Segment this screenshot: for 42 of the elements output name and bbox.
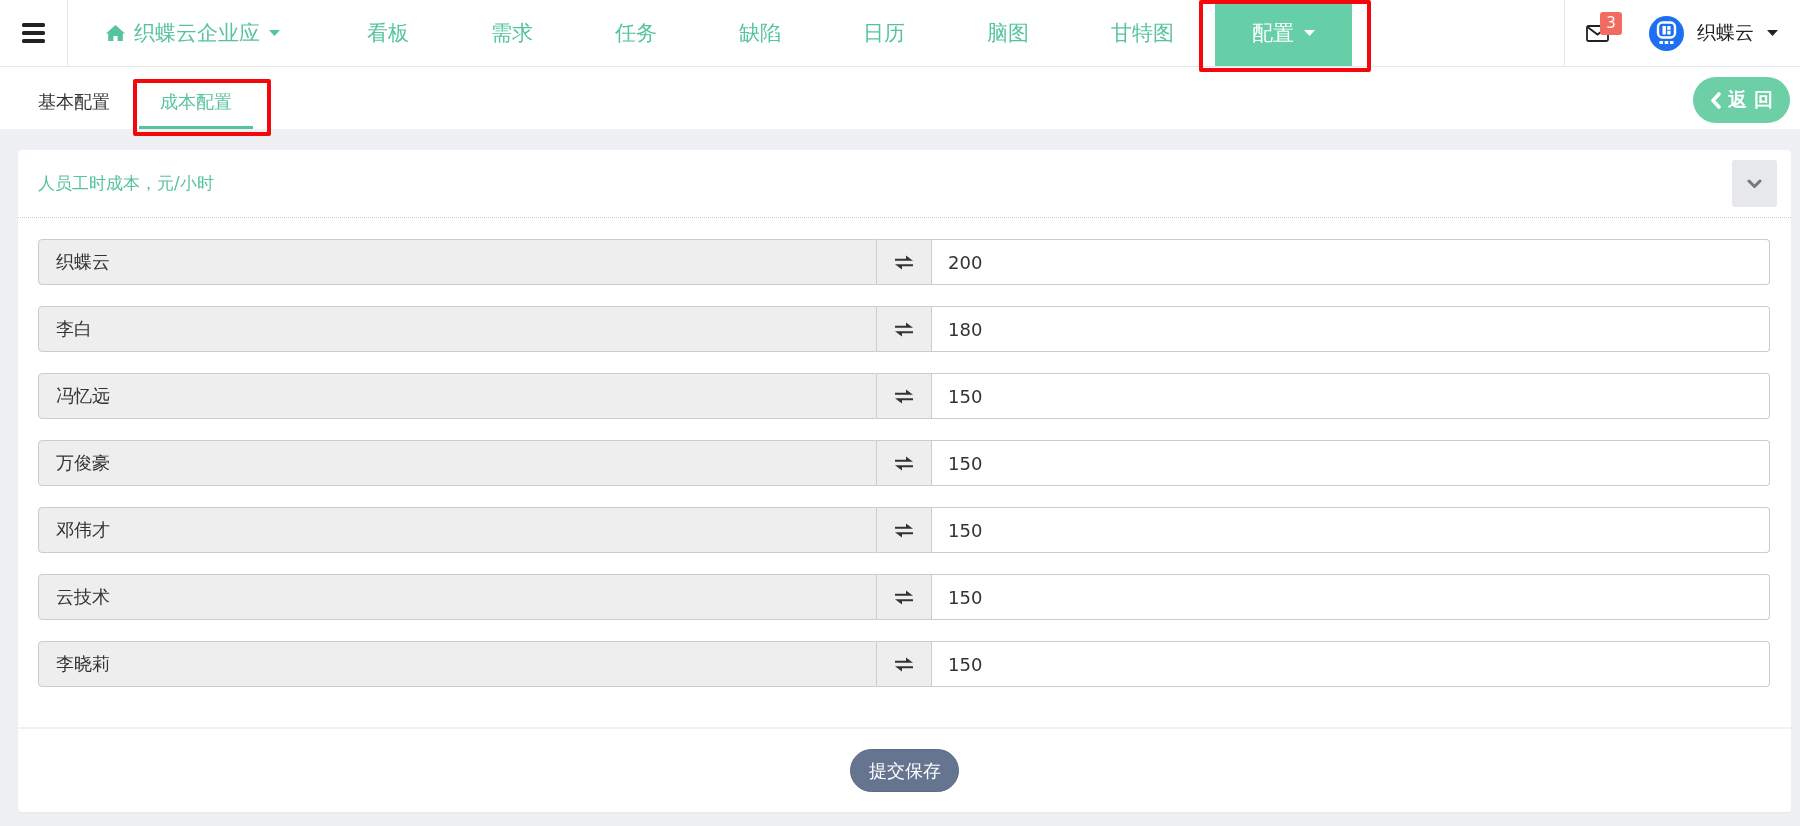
member-name-field: 李晓莉 [38,641,877,687]
swap-arrows-icon [894,522,914,538]
cost-input[interactable]: 150 [932,373,1770,419]
avatar-icon [1649,15,1684,51]
cost-input[interactable]: 200 [932,239,1770,285]
cost-input[interactable]: 150 [932,440,1770,486]
nav-tab[interactable]: 任务 [574,0,698,66]
nav-tab[interactable]: 脑图 [946,0,1070,66]
back-button[interactable]: 返 回 [1693,77,1790,123]
nav-tab[interactable]: 看板 [326,0,450,66]
chevron-down-icon [1747,178,1762,189]
menu-icon [22,23,45,43]
swap-arrows-icon [894,589,914,605]
sub-tab[interactable]: 成本配置 [139,67,253,129]
swap-arrows-icon [894,455,914,471]
submit-button[interactable]: 提交保存 [850,749,959,792]
member-name-field: 织蝶云 [38,239,877,285]
notification-badge: 3 [1600,11,1622,35]
nav-tab[interactable]: 缺陷 [698,0,822,66]
member-name-field: 万俊豪 [38,440,877,486]
member-name-field: 邓伟才 [38,507,877,553]
home-icon [106,25,125,41]
mail-icon[interactable] [1586,24,1609,42]
swap-arrows-icon [894,321,914,337]
swap-arrows-icon [894,656,914,672]
cost-input[interactable]: 180 [932,306,1770,352]
user-menu-button[interactable]: 织蝶云 [1649,15,1778,51]
cost-input[interactable]: 150 [932,507,1770,553]
nav-tab[interactable]: 日历 [822,0,946,66]
nav-tab[interactable]: 需求 [450,0,574,66]
member-name-field: 李白 [38,306,877,352]
swap-arrows-icon [894,254,914,270]
sub-tab[interactable]: 基本配置 [17,67,131,129]
cost-input[interactable]: 150 [932,574,1770,620]
chevron-left-icon [1710,91,1722,109]
member-name-field: 云技术 [38,574,877,620]
swap-arrows-icon [894,388,914,404]
nav-tab[interactable]: 甘特图 [1070,0,1215,66]
cost-input[interactable]: 150 [932,641,1770,687]
panel-title: 人员工时成本，元/小时 [38,172,214,195]
workspace-dropdown[interactable]: 织蝶云企业应 [106,0,280,66]
member-name-field: 冯忆远 [38,373,877,419]
